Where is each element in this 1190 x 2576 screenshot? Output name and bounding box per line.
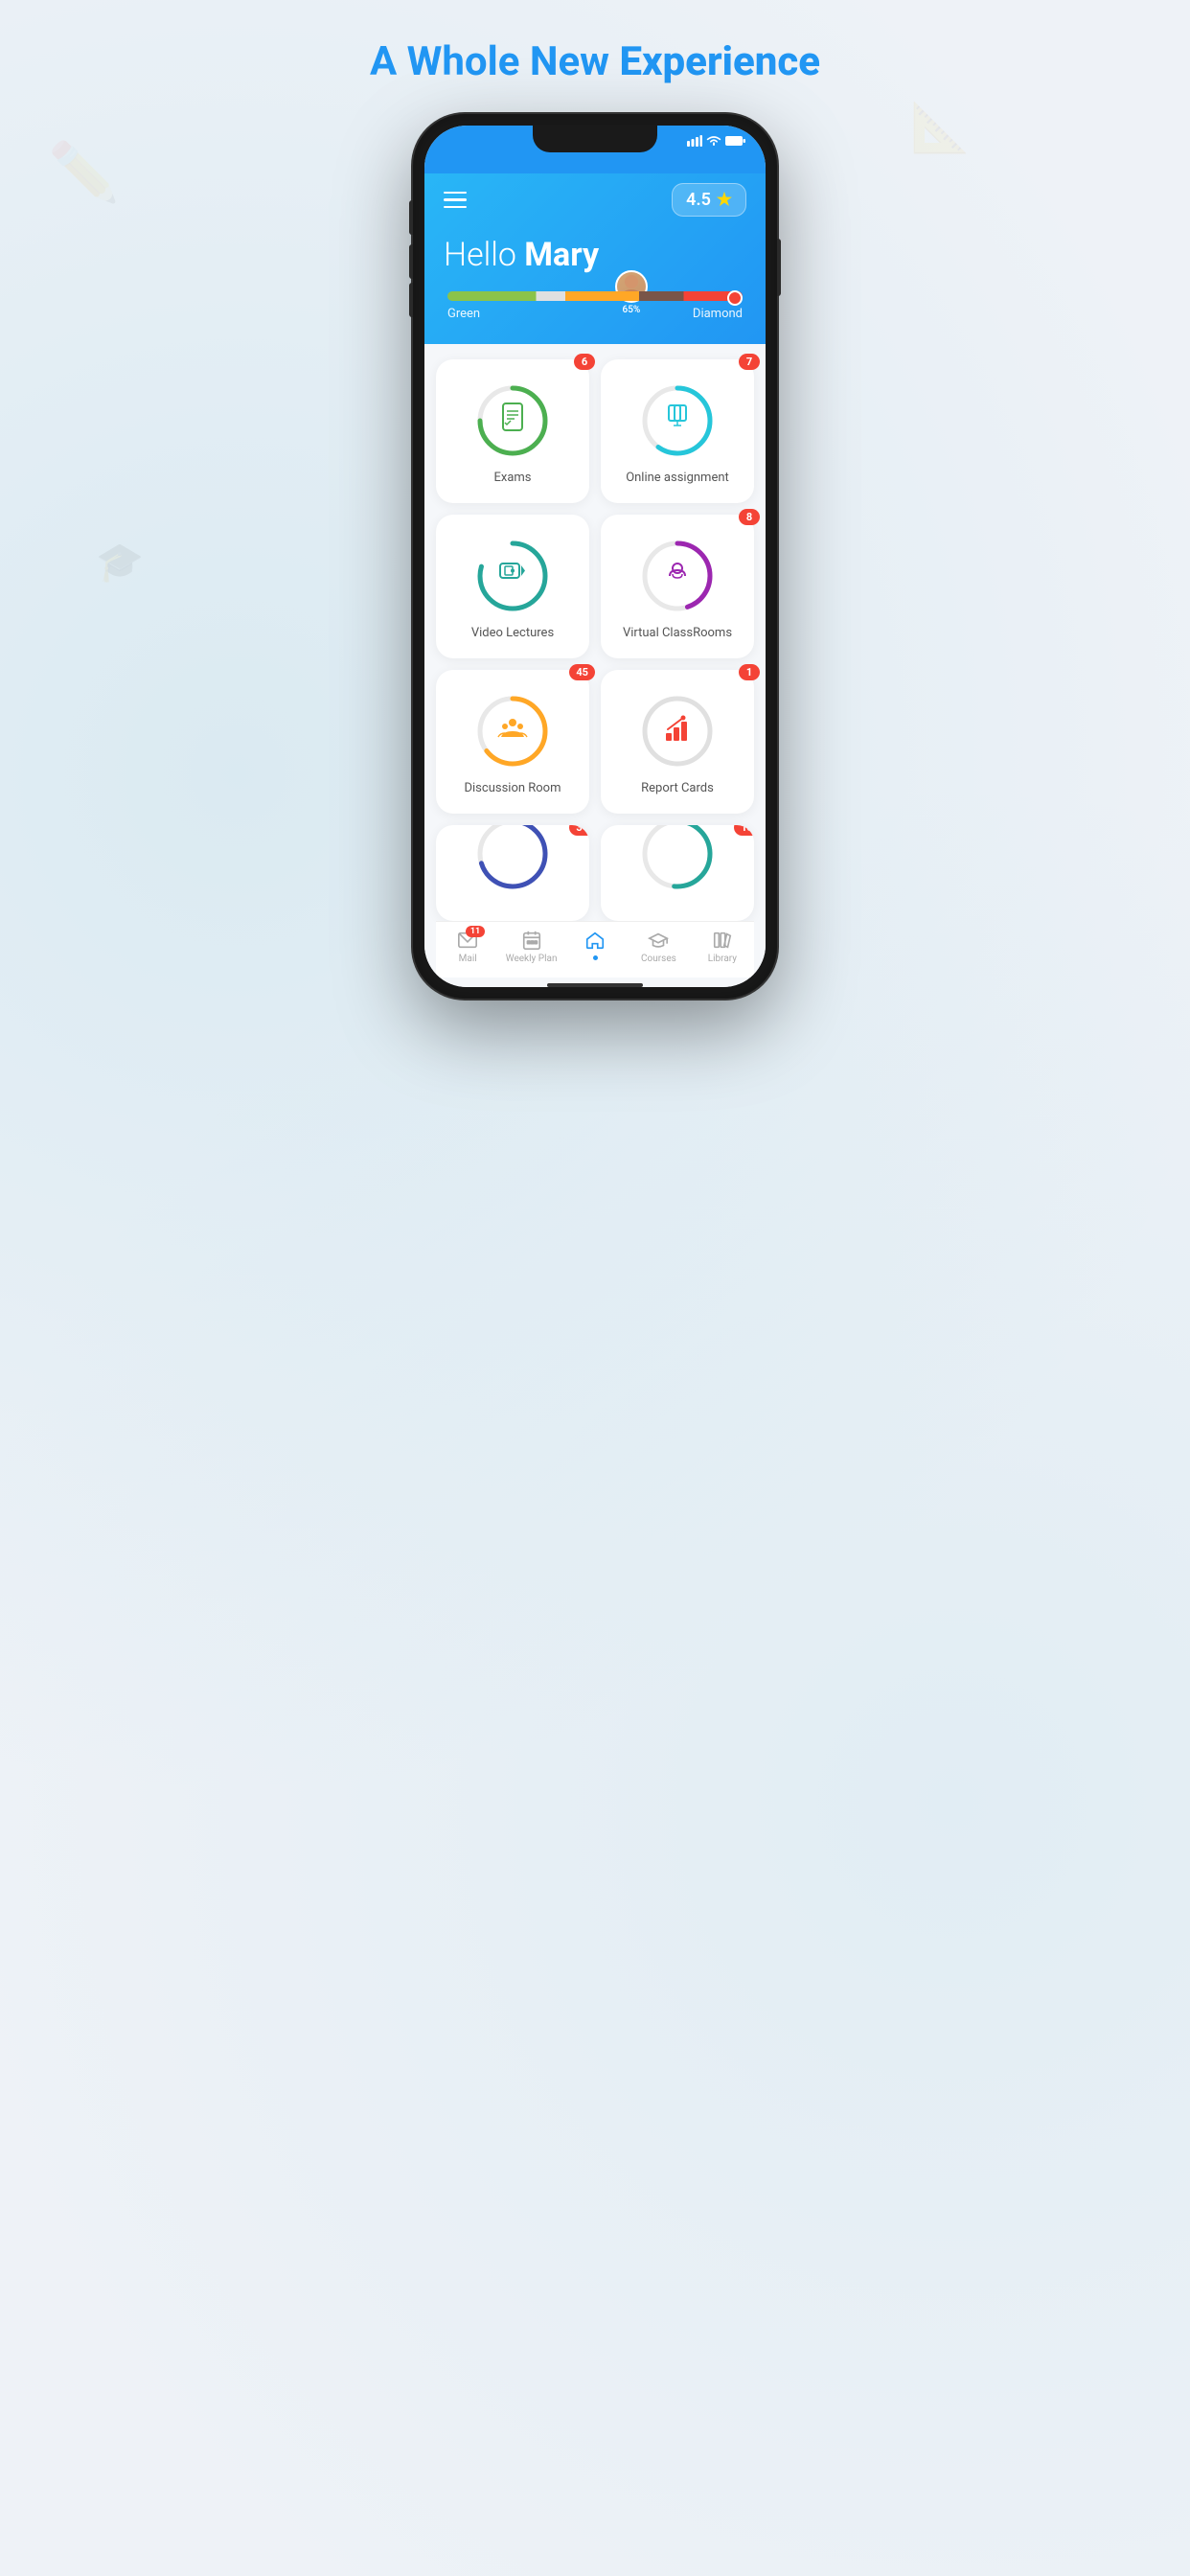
headline-highlight: Experience [619,38,820,85]
report-cards-badge: 1 [739,664,760,680]
home-icon [584,930,606,951]
app-header: 4.5 ★ Hello Mary 65% [424,173,766,344]
status-bar [424,126,766,173]
progress-container: 65% Green Diamond [444,291,746,321]
virtual-classrooms-icon [639,538,716,614]
nav-courses[interactable]: Courses [627,930,690,964]
virtual-classrooms-card[interactable]: 8 Vir [601,515,754,658]
nav-library-label: Library [708,954,737,964]
headline-prefix: A Whole New [370,38,619,85]
partial-card-1-badge: 31 [569,825,589,836]
video-lectures-icon [474,538,551,614]
online-assignment-icon-glyph [661,401,694,440]
content-area: 6 [424,344,766,987]
rating-badge: 4.5 ★ [672,183,746,217]
virtual-classrooms-icon-glyph [660,555,695,596]
nav-courses-label: Courses [641,954,676,964]
nav-mail-label: Mail [459,954,477,964]
report-cards-icon-glyph [660,710,695,751]
online-assignment-label: Online assignment [626,471,729,485]
progress-percent: 65% [623,305,641,315]
nav-weekly-plan-label: Weekly Plan [506,954,558,964]
phone-screen: 4.5 ★ Hello Mary 65% [424,126,766,987]
star-icon: ★ [717,190,732,210]
online-assignment-badge: 7 [739,354,760,370]
graduation-icon [648,930,669,951]
home-active-dot [593,955,598,960]
nav-weekly-plan[interactable]: Weekly Plan [499,930,562,964]
report-cards-label: Report Cards [641,781,714,795]
discussion-room-label: Discussion Room [464,781,561,795]
discussion-room-icon [474,693,551,770]
exams-icon [474,382,551,459]
page-headline: A Whole New Experience [370,38,820,85]
greeting-name: Mary [524,236,599,274]
progress-label-left: Green [447,307,480,321]
discussion-room-badge: 45 [569,664,595,680]
discussion-room-icon-glyph [495,710,530,751]
hamburger-line-1 [444,192,467,195]
hamburger-menu[interactable] [444,192,467,209]
signal-icon [687,135,702,150]
hamburger-line-3 [444,206,467,209]
progress-bar [447,291,743,301]
online-assignment-card[interactable]: 7 [601,359,754,503]
report-cards-card[interactable]: 1 [601,670,754,814]
exams-label: Exams [493,471,531,485]
partial-card-2[interactable]: 13 [601,825,754,921]
report-cards-icon [639,693,716,770]
calendar-icon [521,930,542,951]
exams-icon-glyph [495,400,530,441]
bottom-nav: 11 Mail [436,921,754,978]
hamburger-line-2 [444,198,467,201]
nav-library[interactable]: Library [691,930,754,964]
video-lectures-label: Video Lectures [471,626,554,640]
nav-mail[interactable]: 11 Mail [436,930,499,964]
virtual-classrooms-label: Virtual ClassRooms [623,626,732,640]
greeting-prefix: Hello [444,236,524,274]
cards-row-1: 6 [436,359,754,503]
status-icons [687,135,746,150]
home-indicator [547,983,643,987]
video-lectures-icon-glyph [496,556,529,595]
battery-icon [725,135,746,150]
exams-card[interactable]: 6 [436,359,589,503]
partial-card-1[interactable]: 31 [436,825,589,921]
wifi-icon [706,135,721,150]
discussion-room-card[interactable]: 45 [436,670,589,814]
video-lectures-card[interactable]: Video Lectures [436,515,589,658]
rating-value: 4.5 [686,190,711,210]
virtual-classrooms-badge: 8 [739,509,760,525]
online-assignment-icon [639,382,716,459]
header-top: 4.5 ★ [444,173,746,236]
cards-row-3: 45 [436,670,754,814]
nav-home[interactable] [563,930,627,964]
nav-mail-badge: 11 [466,926,485,937]
partial-cards-row: 31 13 [436,825,754,921]
greeting: Hello Mary [444,236,746,274]
progress-labels: Green Diamond [447,307,743,321]
phone-shell: 4.5 ★ Hello Mary 65% [413,114,777,999]
phone-notch [533,126,657,152]
partial-card-2-badge: 13 [734,825,754,836]
books-icon [712,930,733,951]
exams-badge: 6 [574,354,595,370]
progress-label-right: Diamond [693,307,743,321]
cards-row-2: Video Lectures 8 [436,515,754,658]
